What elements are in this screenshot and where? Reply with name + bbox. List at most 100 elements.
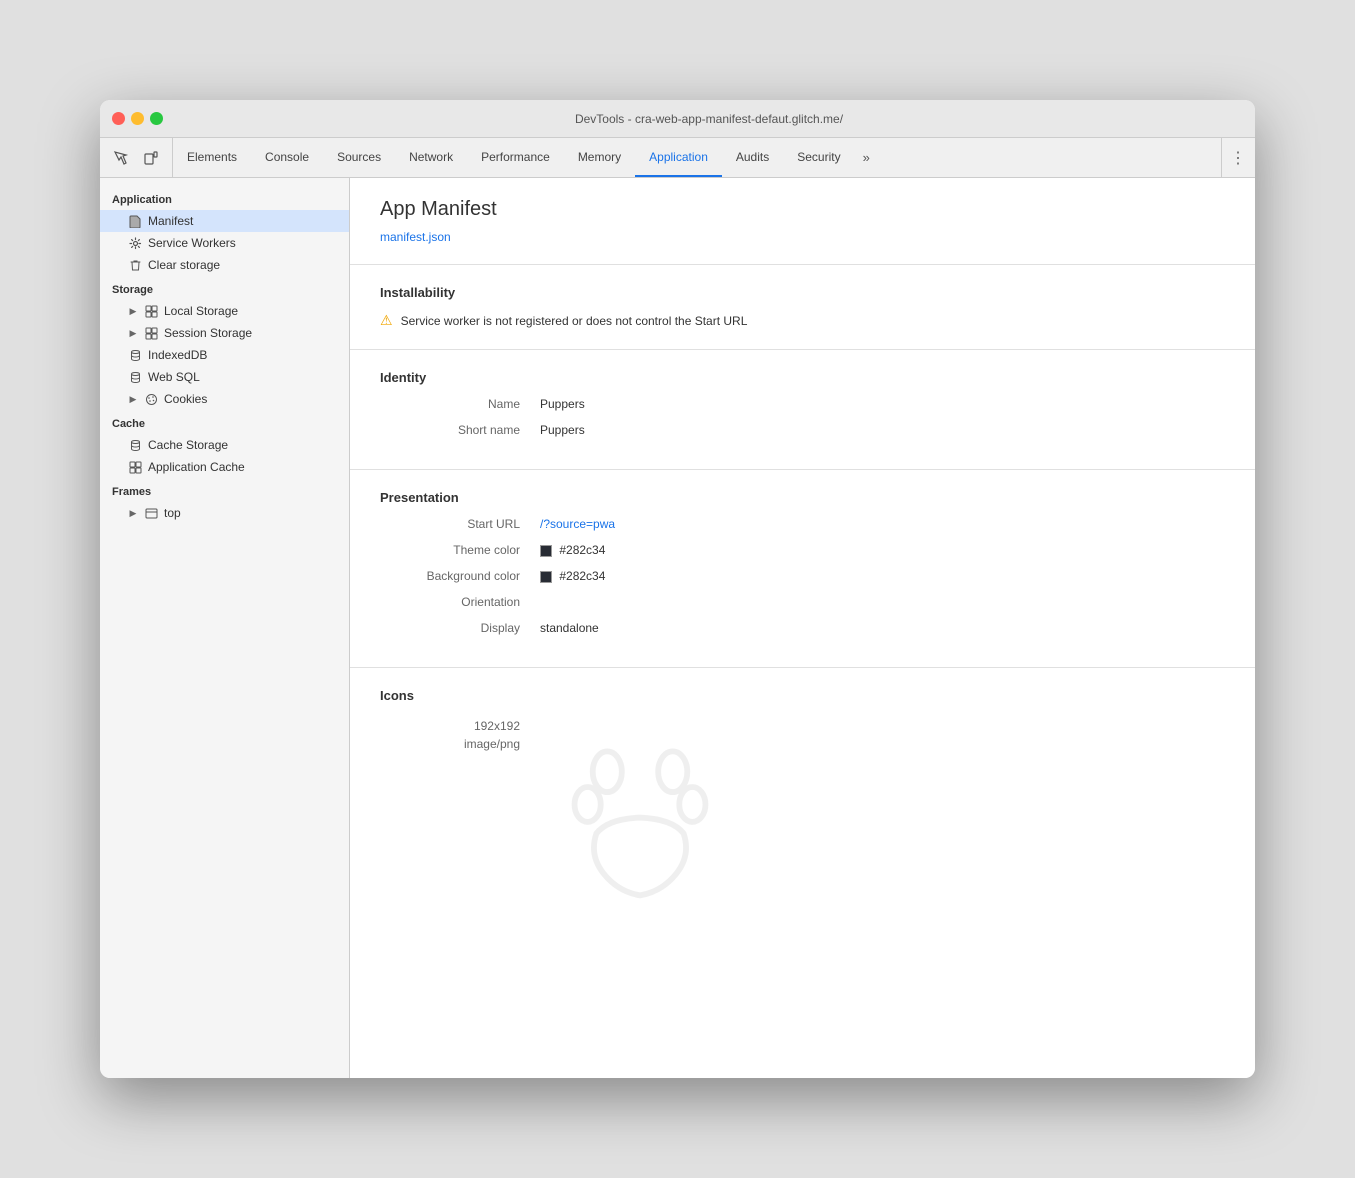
icon-info: 192x192 image/png <box>380 719 1225 919</box>
icons-heading: Icons <box>380 688 1225 703</box>
warning-icon: ⚠ <box>380 312 393 329</box>
grid-icon-2 <box>144 326 158 340</box>
paw-icon <box>560 739 720 899</box>
sidebar-item-top[interactable]: ▶ top <box>100 502 349 524</box>
display-label: Display <box>380 621 540 635</box>
devtools-window: DevTools - cra-web-app-manifest-defaut.g… <box>100 100 1255 1078</box>
sidebar-item-indexeddb-label: IndexedDB <box>148 348 207 362</box>
sidebar-item-session-storage-label: Session Storage <box>164 326 252 340</box>
devtools-toolbar: Elements Console Sources Network Perform… <box>100 138 1255 178</box>
installability-warning: ⚠ Service worker is not registered or do… <box>380 312 1225 329</box>
installability-heading: Installability <box>380 285 1225 300</box>
tabs-bar: Elements Console Sources Network Perform… <box>173 138 1221 177</box>
field-display: Display standalone <box>380 621 1225 635</box>
field-short-name: Short name Puppers <box>380 423 1225 437</box>
sidebar-item-manifest-label: Manifest <box>148 214 193 228</box>
tab-memory[interactable]: Memory <box>564 138 635 177</box>
devtools-menu-button[interactable]: ⋮ <box>1221 138 1255 177</box>
sidebar-section-storage: Storage <box>100 276 349 300</box>
more-tabs-button[interactable]: » <box>855 138 878 177</box>
frame-icon <box>144 506 158 520</box>
display-value: standalone <box>540 621 599 635</box>
expand-icon-4: ▶ <box>128 508 138 519</box>
sidebar-item-application-cache-label: Application Cache <box>148 460 245 474</box>
tab-sources[interactable]: Sources <box>323 138 395 177</box>
short-name-label: Short name <box>380 423 540 437</box>
identity-heading: Identity <box>380 370 1225 385</box>
theme-color-value: #282c34 <box>540 543 605 557</box>
expand-icon-3: ▶ <box>128 394 138 405</box>
minimize-button[interactable] <box>131 112 144 125</box>
presentation-heading: Presentation <box>380 490 1225 505</box>
grid-icon-3 <box>128 460 142 474</box>
sidebar-item-application-cache[interactable]: Application Cache <box>100 456 349 478</box>
inspect-element-button[interactable] <box>108 145 134 171</box>
toolbar-icons <box>100 138 173 177</box>
tab-performance[interactable]: Performance <box>467 138 564 177</box>
cookie-icon <box>144 392 158 406</box>
installability-warning-text: Service worker is not registered or does… <box>401 314 748 328</box>
icon-meta: 192x192 image/png <box>380 719 540 755</box>
orientation-label: Orientation <box>380 595 540 609</box>
sidebar-item-local-storage-label: Local Storage <box>164 304 238 318</box>
sidebar-item-local-storage[interactable]: ▶ Local Storage <box>100 300 349 322</box>
background-color-label: Background color <box>380 569 540 583</box>
sidebar-item-manifest[interactable]: Manifest <box>100 210 349 232</box>
sidebar-item-cache-storage-label: Cache Storage <box>148 438 228 452</box>
sidebar-item-cookies[interactable]: ▶ Cookies <box>100 388 349 410</box>
sidebar-item-service-workers[interactable]: Service Workers <box>100 232 349 254</box>
name-label: Name <box>380 397 540 411</box>
tab-elements[interactable]: Elements <box>173 138 251 177</box>
close-button[interactable] <box>112 112 125 125</box>
sidebar-item-top-label: top <box>164 506 181 520</box>
tab-network[interactable]: Network <box>395 138 467 177</box>
paw-icon-container <box>540 719 740 919</box>
device-toggle-button[interactable] <box>138 145 164 171</box>
tab-security[interactable]: Security <box>783 138 854 177</box>
maximize-button[interactable] <box>150 112 163 125</box>
sidebar-item-indexeddb[interactable]: IndexedDB <box>100 344 349 366</box>
icon-size: 192x192 <box>380 719 520 733</box>
three-dots-icon: ⋮ <box>1230 148 1247 168</box>
sidebar-item-cache-storage[interactable]: Cache Storage <box>100 434 349 456</box>
field-theme-color: Theme color #282c34 <box>380 543 1225 557</box>
field-name: Name Puppers <box>380 397 1225 411</box>
sidebar-item-cookies-label: Cookies <box>164 392 207 406</box>
background-color-value: #282c34 <box>540 569 605 583</box>
icon-type: image/png <box>380 737 520 751</box>
trash-icon <box>128 258 142 272</box>
gear-icon <box>128 236 142 250</box>
sidebar-item-web-sql[interactable]: Web SQL <box>100 366 349 388</box>
sidebar-item-session-storage[interactable]: ▶ Session Storage <box>100 322 349 344</box>
tab-console[interactable]: Console <box>251 138 323 177</box>
expand-icon: ▶ <box>128 306 138 317</box>
tab-application[interactable]: Application <box>635 138 722 177</box>
manifest-link[interactable]: manifest.json <box>380 230 451 244</box>
db-icon <box>128 348 142 362</box>
theme-color-swatch <box>540 545 552 557</box>
start-url-value[interactable]: /?source=pwa <box>540 517 615 531</box>
name-value: Puppers <box>540 397 585 411</box>
grid-icon <box>144 304 158 318</box>
sidebar-item-service-workers-label: Service Workers <box>148 236 236 250</box>
identity-section: Identity Name Puppers Short name Puppers <box>350 350 1255 470</box>
title-bar: DevTools - cra-web-app-manifest-defaut.g… <box>100 100 1255 138</box>
sidebar-section-frames: Frames <box>100 478 349 502</box>
theme-color-label: Theme color <box>380 543 540 557</box>
sidebar-item-clear-storage[interactable]: Clear storage <box>100 254 349 276</box>
sidebar-section-application: Application <box>100 186 349 210</box>
sidebar-item-clear-storage-label: Clear storage <box>148 258 220 272</box>
content-panel: App Manifest manifest.json Installabilit… <box>350 178 1255 1078</box>
db-icon-3 <box>128 438 142 452</box>
main-content: Application Manifest Service Workers <box>100 178 1255 1078</box>
page-title: App Manifest <box>380 198 1225 221</box>
db-icon-2 <box>128 370 142 384</box>
field-orientation: Orientation <box>380 595 1225 609</box>
presentation-section: Presentation Start URL /?source=pwa Them… <box>350 470 1255 668</box>
start-url-label: Start URL <box>380 517 540 531</box>
sidebar-item-web-sql-label: Web SQL <box>148 370 200 384</box>
traffic-lights <box>112 112 163 125</box>
sidebar: Application Manifest Service Workers <box>100 178 350 1078</box>
manifest-header: App Manifest manifest.json <box>350 178 1255 265</box>
tab-audits[interactable]: Audits <box>722 138 783 177</box>
